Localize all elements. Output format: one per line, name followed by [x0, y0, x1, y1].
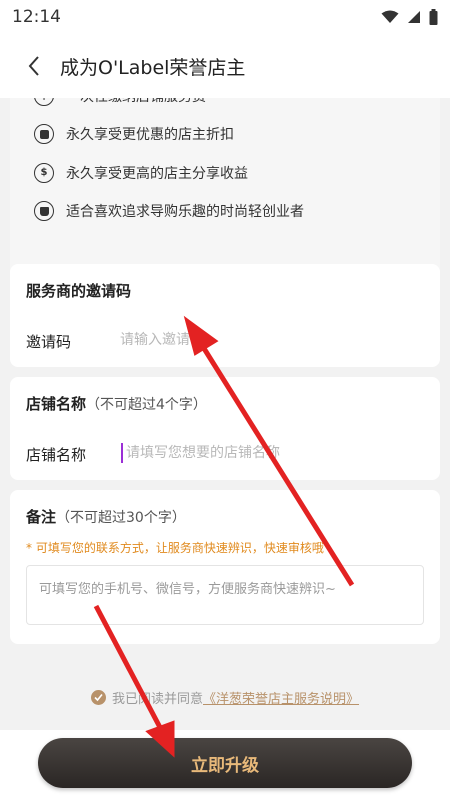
page-title: 成为O'Label荣誉店主 [60, 56, 246, 79]
store-name-input[interactable] [126, 439, 426, 467]
remark-card-title: 备注（不可超过30个字） [26, 506, 186, 527]
text-cursor [121, 443, 123, 463]
tag-icon [34, 124, 54, 144]
upgrade-button[interactable]: 立即升级 [38, 738, 412, 788]
status-time: 12:14 [12, 7, 61, 27]
benefit-text: 永久享受更优惠的店主折扣 [66, 127, 234, 143]
service-terms-link[interactable]: 《洋葱荣誉店主服务说明》 [203, 688, 359, 707]
remark-box [26, 565, 424, 625]
benefit-item: + 一次性缴纳店铺服务费 [34, 98, 206, 106]
status-icons [381, 9, 438, 25]
benefit-item: 永久享受更优惠的店主折扣 [34, 124, 234, 144]
money-bag-icon: $ [34, 163, 54, 183]
remark-hint: * 可填写您的联系方式，让服务商快速辨识，快速审核哦 [26, 541, 324, 555]
signal-icon [408, 11, 420, 23]
store-title-text: 店铺名称 [26, 395, 87, 413]
shop-icon [34, 201, 54, 221]
store-name-card: 店铺名称（不可超过4个字） 店铺名称 [10, 377, 440, 480]
agreement-row: 我已阅读并同意 《洋葱荣誉店主服务说明》 [0, 688, 450, 707]
plus-circle-icon: + [34, 98, 54, 106]
status-bar: 12:14 [0, 0, 450, 34]
benefit-item: 适合喜欢追求导购乐趣的时尚轻创业者 [34, 201, 304, 221]
remark-title-note: （不可超过30个字） [56, 510, 186, 526]
back-button[interactable] [12, 44, 56, 88]
wifi-icon [381, 10, 399, 23]
benefit-text: 一次性缴纳店铺服务费 [66, 98, 206, 106]
invite-code-input[interactable] [120, 326, 420, 354]
invite-code-label: 邀请码 [26, 333, 72, 351]
benefit-item: $ 永久享受更高的店主分享收益 [34, 163, 248, 183]
remark-textarea[interactable] [39, 578, 411, 612]
agreement-prefix: 我已阅读并同意 [111, 692, 203, 707]
bottom-bar: 立即升级 [0, 730, 450, 800]
benefit-text: 适合喜欢追求导购乐趣的时尚轻创业者 [66, 204, 304, 220]
check-icon [94, 693, 103, 702]
agree-checkbox[interactable] [90, 690, 106, 705]
benefit-text: 永久享受更高的店主分享收益 [66, 166, 248, 182]
store-name-label: 店铺名称 [26, 446, 87, 464]
store-title-note: （不可超过4个字） [86, 397, 207, 413]
remark-card: 备注（不可超过30个字） * 可填写您的联系方式，让服务商快速辨识，快速审核哦 [10, 490, 440, 644]
chevron-left-icon [28, 56, 39, 76]
battery-icon [429, 9, 438, 25]
invite-card-title: 服务商的邀请码 [26, 282, 132, 300]
invite-code-card: 服务商的邀请码 邀请码 [10, 264, 440, 367]
store-card-title: 店铺名称（不可超过4个字） [26, 393, 207, 414]
header-bar: 成为O'Label荣誉店主 [0, 34, 450, 98]
content-area[interactable]: + 一次性缴纳店铺服务费 永久享受更优惠的店主折扣 $ 永久享受更高的店主分享收… [0, 98, 450, 730]
remark-title-text: 备注 [26, 508, 57, 526]
